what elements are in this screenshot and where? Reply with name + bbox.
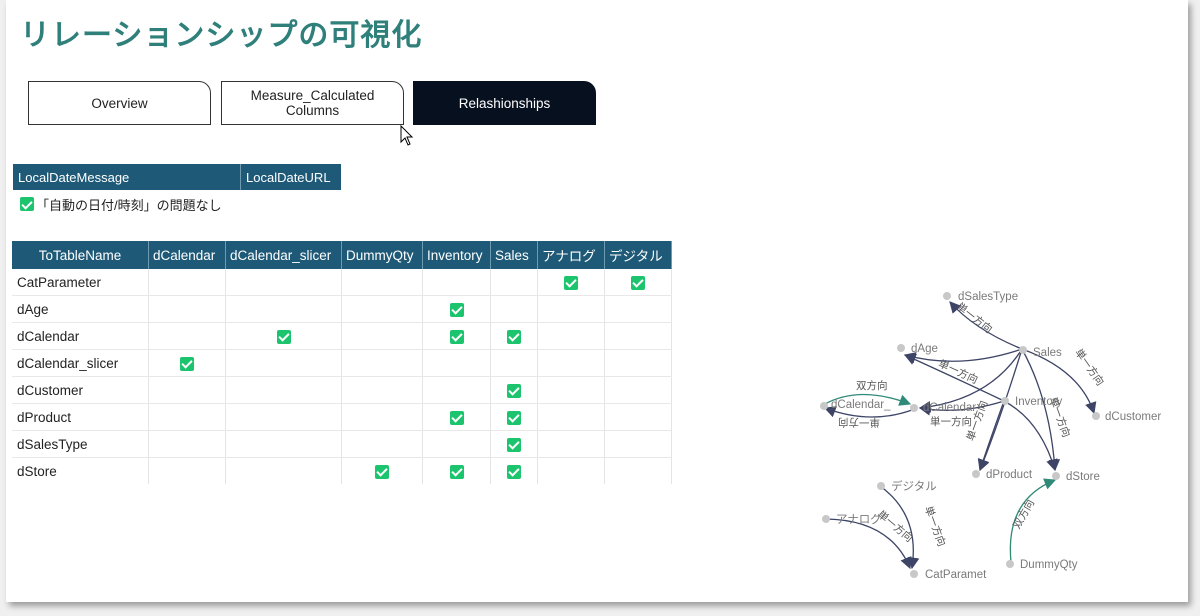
edge-label: 単一方向 (922, 504, 949, 548)
graph-edges (823, 301, 1097, 570)
edge-label: 双方向 (1010, 497, 1037, 531)
node-label: dCalendar (923, 402, 976, 414)
node-dcalendar-slicer[interactable]: dCalendar_ (820, 399, 891, 411)
node-label: dProduct (986, 469, 1033, 481)
node-label: デジタル (891, 479, 937, 493)
node-dstore[interactable]: dStore (1052, 471, 1100, 483)
edge-label: 単一方向 (954, 300, 995, 336)
node-dsalestype[interactable]: dSalesType (943, 291, 1018, 303)
node-label: DummyQty (1020, 559, 1078, 571)
node-dcustomer[interactable]: dCustomer (1092, 411, 1161, 423)
node-label: dSalesType (958, 291, 1018, 303)
node-dage[interactable]: dAge (897, 343, 938, 355)
node-label: dCustomer (1105, 411, 1161, 423)
relationship-graph: 単一方向 単一方向 単一方向 単一方向 単一方向 単一方向 双方向 単一方向 双… (820, 291, 1161, 581)
edge-inventory-dage (903, 354, 1005, 402)
node-sales[interactable]: Sales (1019, 346, 1062, 359)
node-dproduct[interactable]: dProduct (972, 469, 1033, 481)
edge-label: 単一方向 (838, 416, 880, 429)
node-label: CatParamet (925, 569, 987, 581)
edge-label: 単一方向 (930, 415, 972, 428)
node-label: Sales (1033, 347, 1062, 359)
edge-label: 単一方向 (1072, 346, 1107, 388)
node-label: アナログ (836, 512, 882, 526)
node-catparameter[interactable]: CatParamet (910, 569, 987, 581)
node-inventory[interactable]: Inventory (1001, 396, 1063, 408)
node-label: dCalendar_ (831, 399, 891, 411)
edge-inventory-dstore (1003, 400, 1058, 472)
edge-sales-dstore (1021, 348, 1061, 472)
node-label: dAge (911, 343, 938, 355)
node-label: Inventory (1015, 396, 1063, 408)
node-dcalendar[interactable]: dCalendar (910, 402, 976, 414)
node-dummyqty[interactable]: DummyQty (1006, 559, 1078, 571)
node-label: dStore (1066, 471, 1100, 483)
graph-edge-labels: 単一方向 単一方向 単一方向 単一方向 単一方向 単一方向 双方向 単一方向 双… (838, 300, 1107, 548)
edge-label: 双方向 (856, 379, 888, 392)
